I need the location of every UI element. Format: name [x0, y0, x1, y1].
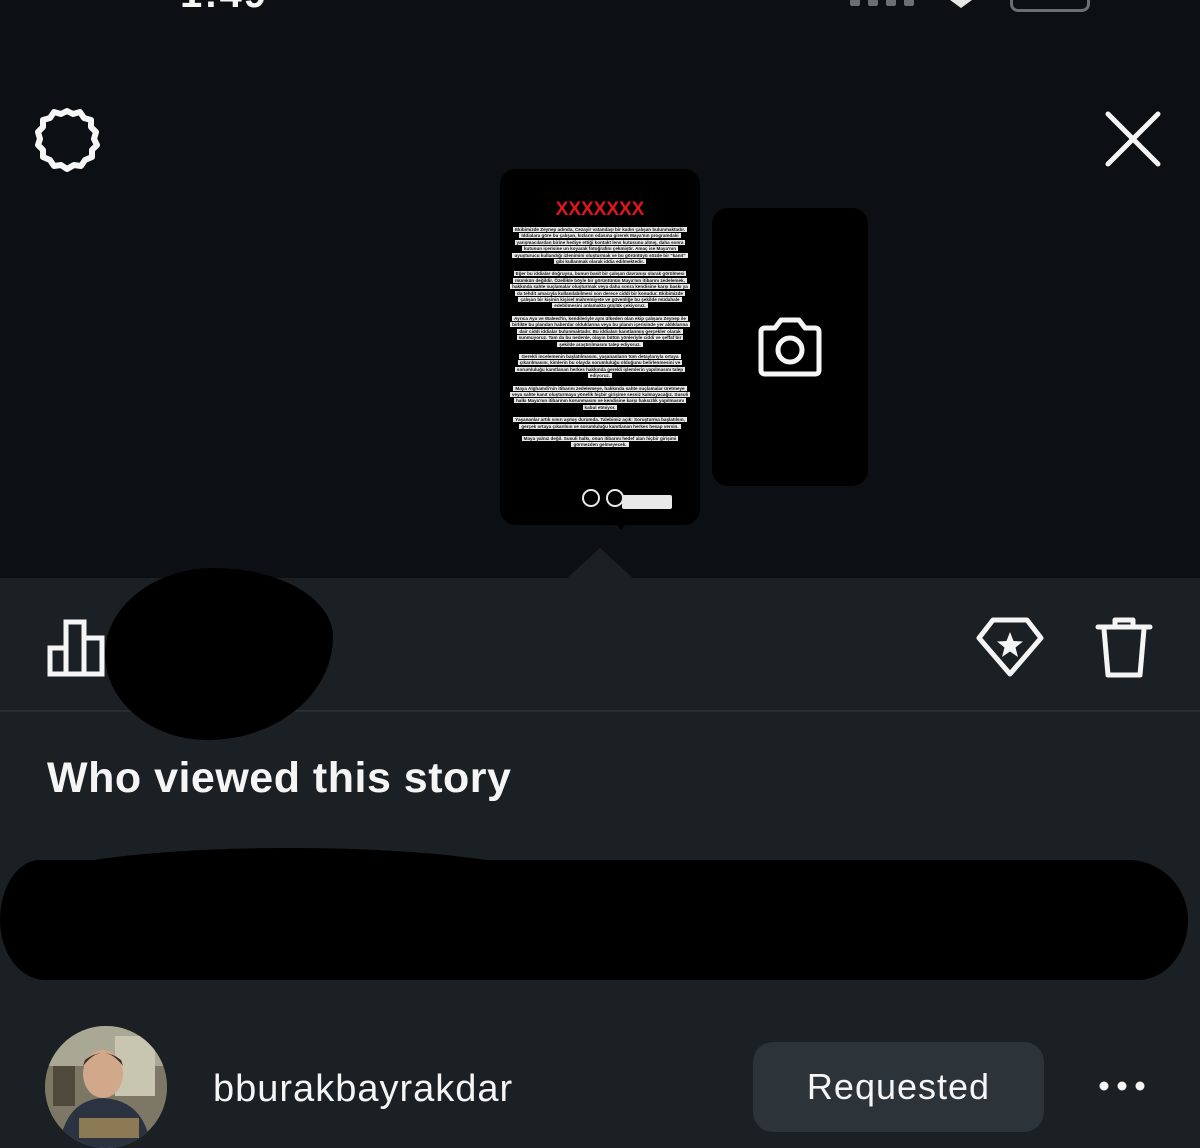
story-text: Ekibimizde Zeynep adında, Cezayir vatand…: [510, 227, 690, 489]
close-icon: [1105, 111, 1161, 167]
story-paragraph: Ayrıca Aya ve Waleed'in, kendileriyle ay…: [510, 315, 690, 347]
story-paragraph: Maya Alghamdi'nin itibarını zedelemeye, …: [510, 385, 690, 410]
story-footer-bar: [622, 495, 672, 509]
story-paragraph: Gerekli incelemenin başlatılmasını, yaşa…: [514, 353, 686, 379]
status-bar: 1:49: [0, 0, 1200, 17]
more-options-button[interactable]: [1092, 1066, 1152, 1106]
viewer-username[interactable]: bburakbayrakdar: [213, 1068, 513, 1111]
bar-chart-icon: [47, 619, 105, 677]
delete-button[interactable]: [1086, 612, 1162, 682]
settings-button[interactable]: [30, 104, 104, 178]
story-thumbnail[interactable]: XXXXXXX Ekibimizde Zeynep adında, Cezayi…: [500, 169, 700, 525]
story-preview-area: 1:49 XXXXXXX: [0, 0, 1200, 578]
more-horizontal-icon: [1099, 1081, 1145, 1091]
story-paragraph: Eğer bu iddialar doğruysa, bunun basit b…: [510, 271, 690, 309]
highlight-button[interactable]: [972, 612, 1048, 682]
section-title: Who viewed this story: [47, 754, 512, 802]
add-story-camera-card[interactable]: [712, 208, 868, 486]
viewer-row[interactable]: bburakbayrakdar Requested: [0, 1018, 1200, 1148]
story-footer-dot: [582, 489, 600, 507]
redaction-mark: [105, 568, 333, 740]
gear-icon: [35, 108, 100, 172]
redaction-mark: [30, 848, 550, 918]
wifi-icon: [950, 0, 972, 8]
requested-button[interactable]: Requested: [753, 1042, 1044, 1132]
story-footer: [520, 487, 672, 511]
story-title: XXXXXXX: [555, 199, 645, 220]
trash-icon: [1095, 617, 1153, 678]
story-viewer-screen: 1:49 XXXXXXX: [0, 0, 1200, 1148]
close-button[interactable]: [1098, 104, 1168, 174]
avatar-photo: [45, 1026, 167, 1148]
battery-icon: [1010, 0, 1090, 12]
status-time: 1:49: [180, 0, 268, 17]
viewers-sheet: Who viewed this story bburakbayrakdar Re…: [0, 568, 1200, 1148]
story-paragraph: Yaşananlar artık sınırı aşmış durumda. T…: [513, 417, 687, 429]
story-paragraph: Ekibimizde Zeynep adında, Cezayir vatand…: [512, 227, 688, 265]
camera-icon: [758, 317, 822, 377]
story-paragraph: Maya yalnız değil. Susuli halkı, onun it…: [521, 435, 679, 448]
signal-icon: [850, 0, 914, 6]
avatar[interactable]: [45, 1026, 167, 1148]
highlight-star-icon: [976, 617, 1044, 677]
